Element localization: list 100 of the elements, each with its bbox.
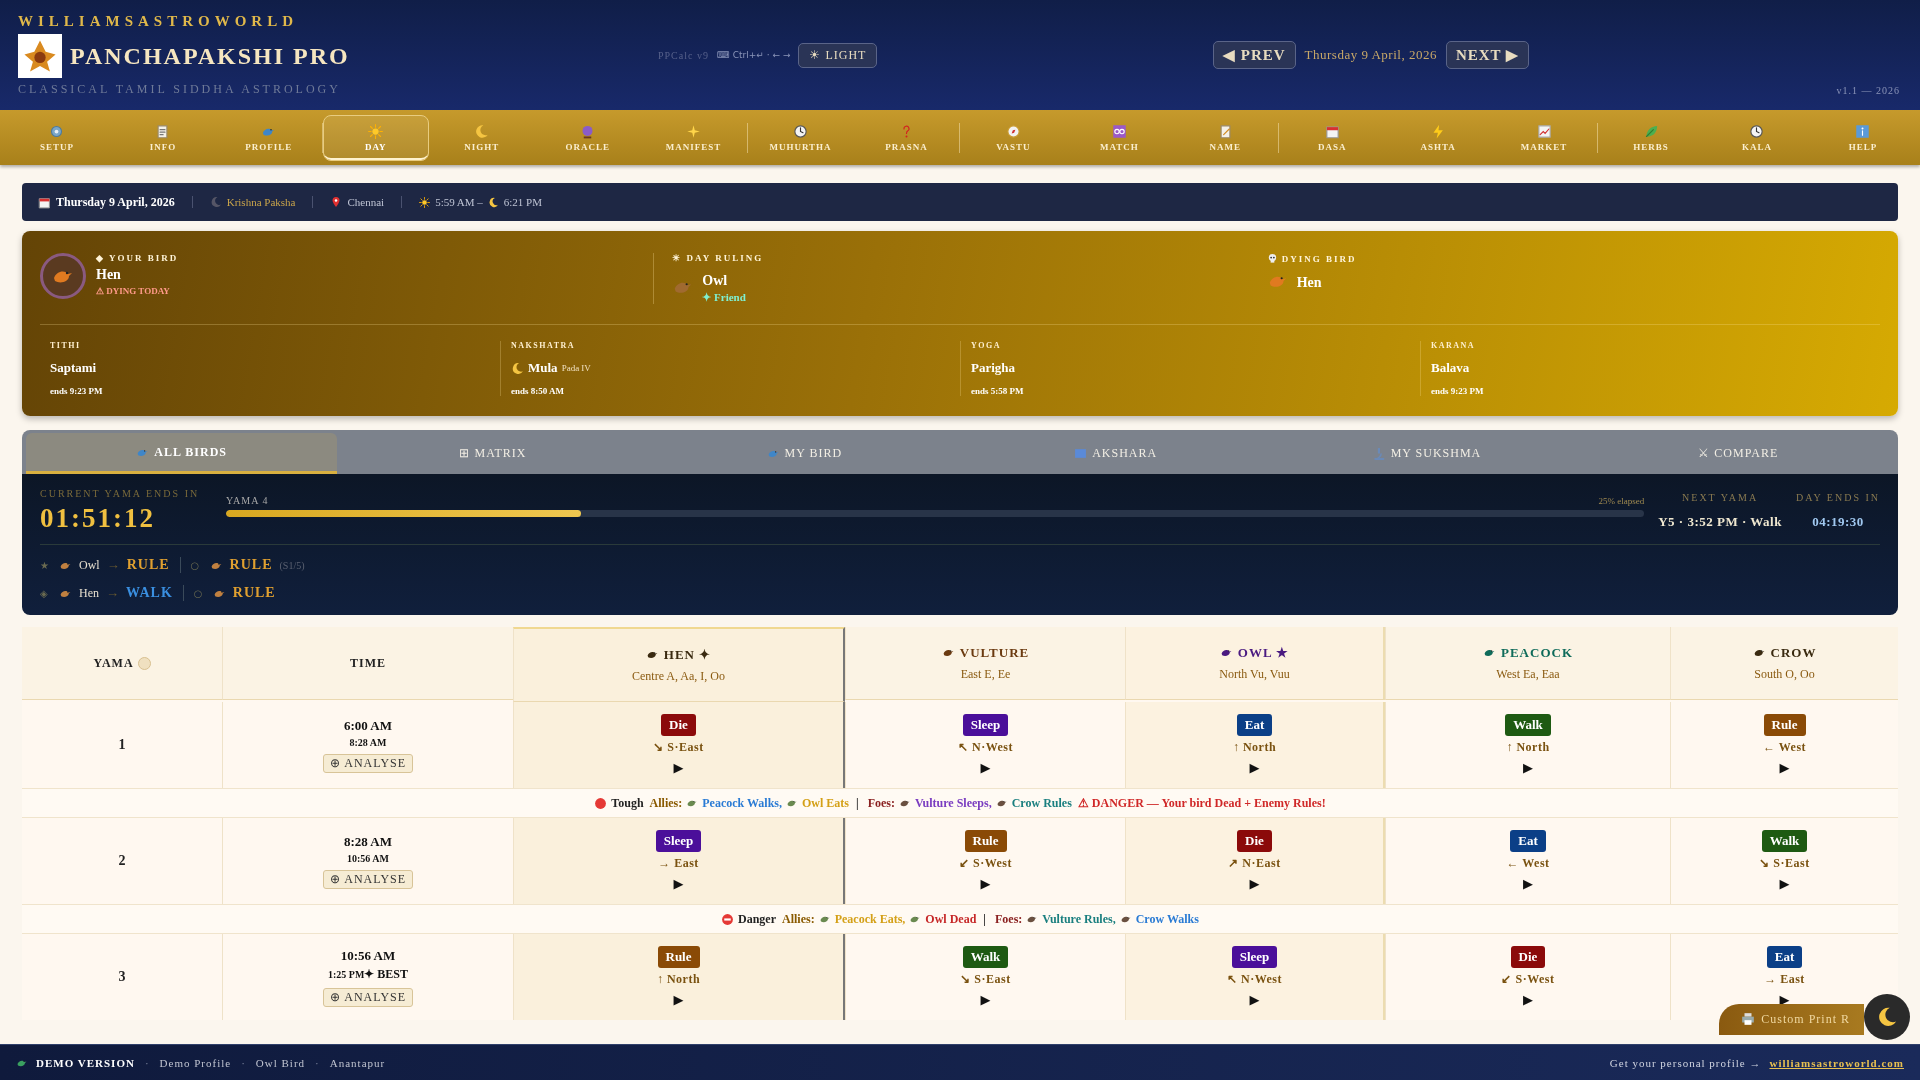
demo-version-label: DEMO VERSION: [36, 1056, 135, 1069]
play-button[interactable]: ▶: [1245, 991, 1264, 1008]
next-yama-value: Y5 · 3:52 PM · Walk: [1658, 514, 1782, 530]
play-button[interactable]: ▶: [1245, 875, 1264, 892]
foe-activity: Crow Walks: [1135, 911, 1199, 927]
panchanga-label: YOGA: [971, 341, 1002, 350]
play-button[interactable]: ▶: [669, 875, 688, 892]
play-button[interactable]: ▶: [1775, 759, 1794, 776]
nav-tab[interactable]: HELP: [1809, 114, 1916, 161]
direction-label: → East: [658, 856, 699, 871]
day-ends-label: DAY ENDS IN: [1795, 492, 1880, 503]
nav-tab[interactable]: NAME: [1172, 114, 1279, 161]
nav-tab[interactable]: ORACLE: [534, 114, 641, 161]
nav-tab[interactable]: PROFILE: [215, 114, 322, 161]
view-tab[interactable]: MY SUKSHMA: [1271, 433, 1583, 474]
direction-label: ↗ N·East: [1228, 856, 1281, 871]
play-button[interactable]: ▶: [1519, 991, 1537, 1008]
current-date: Thursday 9 April, 2026: [1304, 47, 1437, 63]
footer-item: Owl Bird: [255, 1056, 306, 1069]
direction-label: ↑ North: [656, 972, 701, 987]
moon-icon: [487, 196, 499, 208]
analyse-button[interactable]: ⊕ ANALYSE: [322, 869, 414, 889]
activity-badge: Walk: [1761, 830, 1808, 852]
play-button[interactable]: ▶: [669, 991, 688, 1008]
direction-label: ← West: [1506, 856, 1550, 871]
allies-label: Allies:: [649, 795, 683, 811]
start-time: 6:00 AM: [344, 717, 392, 734]
nav-tab[interactable]: ASHTA: [1385, 114, 1492, 161]
nav-tab[interactable]: MATCH: [1066, 114, 1173, 161]
ruling-bird-name: Owl: [702, 273, 729, 289]
view-tab[interactable]: ⚔ COMPARE: [1582, 433, 1894, 474]
custom-print-button[interactable]: Custom Print R: [1719, 1003, 1864, 1035]
marker-symbol: ○: [190, 559, 201, 571]
compass-icon: [1005, 123, 1021, 139]
view-tab[interactable]: ⊞ MATRIX: [337, 433, 649, 474]
column-header: YAMA: [22, 627, 222, 700]
nav-tab[interactable]: PRASNA: [853, 114, 960, 161]
sun-icon: [368, 123, 384, 139]
nav-tab[interactable]: INFO: [109, 114, 216, 161]
gear-icon: [49, 123, 65, 139]
ally-activity: Owl Eats: [802, 795, 850, 811]
panchanga-value: Parigha: [971, 360, 1016, 376]
activity-badge: Sleep: [1231, 946, 1278, 968]
analyse-button[interactable]: ⊕ ANALYSE: [322, 987, 414, 1007]
dying-bird-label: DYING BIRD: [1281, 253, 1357, 264]
relation-label: ✦ Friend: [702, 291, 746, 304]
play-button[interactable]: ▶: [1775, 875, 1794, 892]
nav-tab[interactable]: DASA: [1279, 114, 1386, 161]
paksha: Krishna Paksha: [226, 196, 296, 208]
play-button[interactable]: ▶: [669, 759, 688, 776]
yama-number: 2: [117, 852, 127, 870]
activity-badge: Walk: [1505, 714, 1551, 736]
app-title: PANCHAPAKSHI PRO: [70, 42, 350, 70]
nav-tab[interactable]: NIGHT: [428, 114, 535, 161]
prev-button[interactable]: ◀ PREV: [1213, 41, 1296, 69]
activity-badge: Eat: [1510, 830, 1546, 852]
view-tab[interactable]: ALL BIRDS: [26, 433, 338, 474]
play-button[interactable]: ▶: [1519, 759, 1537, 776]
activity-label: RULE: [126, 557, 170, 573]
separator: ·: [315, 1056, 320, 1069]
play-button[interactable]: ▶: [976, 759, 995, 776]
elapsed-label: 25% elapsed: [1598, 496, 1645, 506]
analyse-button[interactable]: ⊕ ANALYSE: [322, 753, 414, 773]
nav-tab[interactable]: MUHURTHA: [747, 114, 854, 161]
moon-icon: [511, 361, 524, 375]
footer-item: Anantapur: [329, 1056, 386, 1069]
activity-badge: Rule: [964, 830, 1007, 852]
nav-tab[interactable]: VASTU: [960, 114, 1067, 161]
play-button[interactable]: ▶: [976, 875, 995, 892]
no-entry-icon: [721, 912, 735, 926]
view-tab[interactable]: MY BIRD: [648, 433, 960, 474]
theme-toggle-button[interactable]: ☀ LIGHT: [798, 42, 878, 68]
next-button[interactable]: NEXT ▶: [1445, 41, 1530, 69]
bird-column-header: HEN ✦ Centre A, Aa, I, Oo: [513, 627, 845, 702]
clock-icon: [1749, 123, 1765, 139]
nav-tab[interactable]: SETUP: [4, 114, 110, 161]
sub-activity-label: RULE: [229, 557, 273, 573]
nav-tab[interactable]: DAY: [322, 114, 429, 161]
view-tab[interactable]: AKSHARA: [960, 433, 1272, 474]
your-bird-label: ◆ YOUR BIRD: [96, 253, 179, 263]
panchanga-value: Mula: [528, 360, 558, 376]
nav-tab[interactable]: MANIFEST: [640, 114, 747, 161]
dying-bird-name: Hen: [1296, 275, 1322, 291]
column-header: TIME: [222, 627, 513, 700]
direction-label: ↘ S·East: [1759, 856, 1810, 871]
direction-label: ↖ N·West: [1227, 972, 1282, 987]
play-button[interactable]: ▶: [1519, 875, 1537, 892]
nav-tab[interactable]: KALA: [1704, 114, 1810, 161]
website-link[interactable]: williamsastroworld.com: [1769, 1056, 1904, 1069]
play-button[interactable]: ▶: [1245, 759, 1264, 776]
play-button[interactable]: ▶: [976, 991, 995, 1008]
direction-label: ↘ S·East: [960, 972, 1011, 987]
allies-label: Allies:: [782, 911, 815, 927]
nav-tab[interactable]: HERBS: [1598, 114, 1704, 161]
ally-activity: Owl Dead: [925, 911, 977, 927]
dark-mode-button[interactable]: [1864, 994, 1910, 1040]
nav-tab[interactable]: MARKET: [1491, 114, 1598, 161]
marker-symbol: ★: [40, 559, 50, 571]
direction-label: ↘ S·East: [653, 740, 704, 755]
brand-tagline: WILLIAMSASTROWORLD: [18, 13, 300, 30]
